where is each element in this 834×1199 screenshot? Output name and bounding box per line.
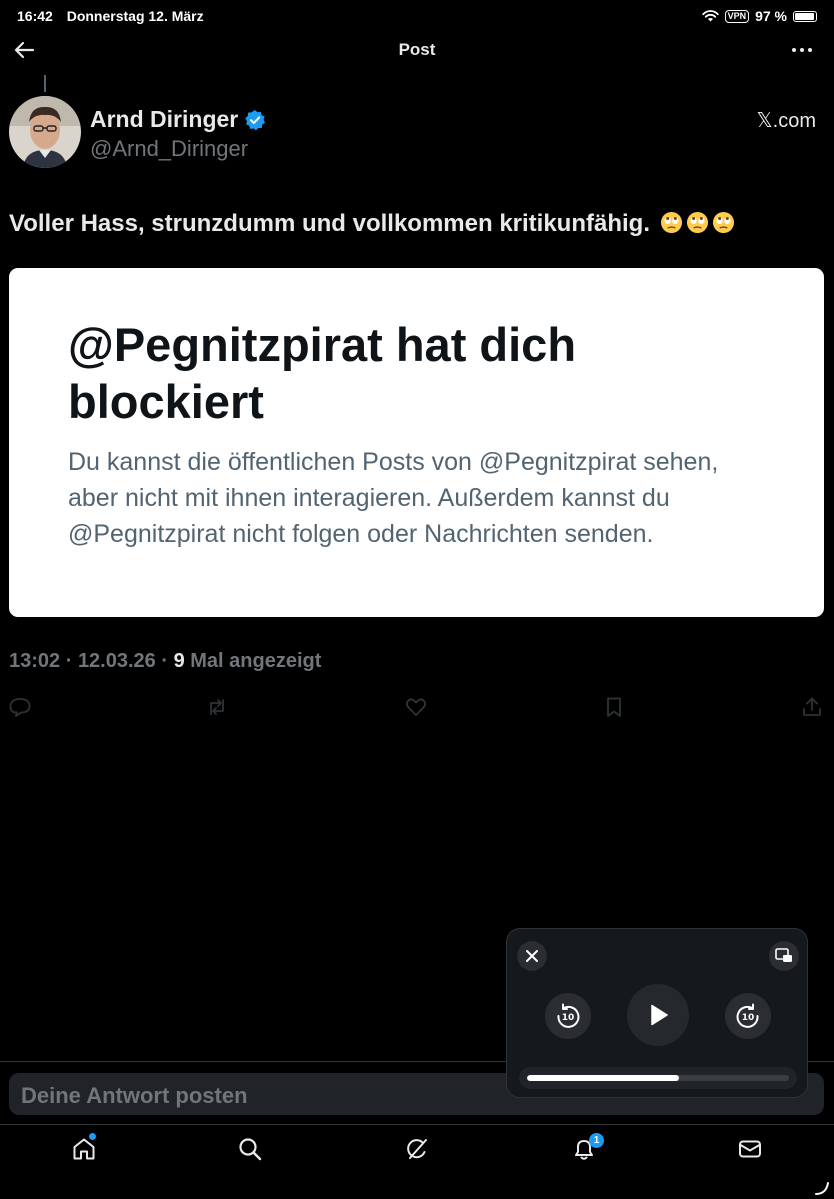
view-count: 9 — [173, 650, 185, 672]
rolling-eyes-emoji-icon — [686, 211, 709, 234]
notification-badge: 1 — [589, 1133, 604, 1148]
picture-in-picture-button[interactable] — [769, 941, 799, 971]
page-title: Post — [398, 40, 436, 59]
progress-track[interactable] — [519, 1067, 797, 1089]
divider — [0, 1124, 834, 1125]
thread-connector — [44, 75, 46, 92]
home-unread-dot — [89, 1133, 96, 1140]
battery-icon — [793, 10, 817, 22]
status-bar-right: VPN 97 % — [701, 8, 817, 24]
mini-player[interactable]: 10 10 — [506, 928, 808, 1098]
card-title: @Pegnitzpirat hat dich blockiert — [68, 318, 577, 428]
nav-search[interactable] — [237, 1136, 263, 1162]
emoji-row — [657, 210, 735, 237]
progress-bar[interactable] — [527, 1075, 789, 1081]
status-date: Donnerstag 12. März — [66, 8, 204, 24]
avatar[interactable] — [9, 96, 81, 168]
more-options-button[interactable] — [790, 38, 814, 62]
post-text-row: Voller Hass, strunzdumm und vollkommen k… — [9, 210, 735, 238]
like-button[interactable] — [405, 696, 427, 718]
close-player-button[interactable] — [517, 941, 547, 971]
reply-button[interactable] — [9, 696, 31, 718]
progress-fill — [527, 1075, 679, 1081]
view-count-label: Mal angezeigt — [190, 650, 322, 672]
post-meta: 13:02 · 12.03.26 · 9 Mal angezeigt — [9, 650, 321, 673]
reply-placeholder: Deine Antwort posten — [21, 1083, 248, 1108]
share-button[interactable] — [801, 696, 823, 718]
embedded-image-card[interactable]: @Pegnitzpirat hat dich blockiert Du kann… — [9, 268, 824, 617]
repost-button[interactable] — [206, 696, 228, 718]
mail-icon — [739, 1140, 761, 1158]
repost-icon — [210, 699, 224, 715]
wifi-icon — [701, 10, 719, 22]
play-icon — [651, 1004, 668, 1026]
nav-messages[interactable] — [737, 1136, 763, 1162]
rolling-eyes-emoji-icon — [712, 211, 735, 234]
rolling-eyes-emoji-icon — [660, 211, 683, 234]
rewind-seconds: 10 — [562, 1013, 575, 1023]
site-label: 𝕏.com — [756, 110, 816, 132]
bookmark-button[interactable] — [603, 696, 625, 718]
author-name-row[interactable]: Arnd Diringer — [90, 106, 266, 133]
forward-button[interactable]: 10 — [725, 993, 771, 1039]
status-time: 16:42 — [17, 8, 53, 24]
bookmark-icon — [607, 697, 621, 717]
pip-icon — [775, 948, 792, 962]
card-body: Du kannst die öffentlichen Posts von @Pe… — [68, 448, 719, 548]
forward-10-icon: 10 — [736, 1003, 759, 1028]
post-time: 13:02 — [9, 650, 61, 672]
nav-grok[interactable] — [404, 1136, 430, 1162]
verified-badge-icon — [245, 109, 266, 130]
status-bar-left: 16:42 Donnerstag 12. März — [17, 8, 204, 24]
forward-seconds: 10 — [742, 1013, 755, 1023]
author-name[interactable]: Arnd Diringer — [90, 106, 238, 133]
rewind-button[interactable]: 10 — [545, 993, 591, 1039]
heart-icon — [405, 698, 427, 716]
avatar-image — [9, 96, 81, 168]
vpn-badge: VPN — [724, 9, 750, 23]
battery-fill — [795, 12, 815, 20]
more-dots-icon — [792, 48, 812, 52]
close-icon — [526, 950, 538, 962]
rewind-10-icon: 10 — [557, 1003, 580, 1028]
meta-separator: · — [161, 650, 174, 672]
comment-icon — [9, 698, 31, 717]
battery-percent: 97 % — [755, 8, 787, 24]
search-icon — [239, 1138, 262, 1161]
author-handle[interactable]: @Arnd_Diringer — [90, 136, 248, 162]
grok-icon — [407, 1139, 427, 1159]
post-text: Voller Hass, strunzdumm und vollkommen k… — [9, 210, 650, 237]
resize-corner-icon — [815, 1182, 829, 1195]
post-date: 12.03.26 — [77, 650, 156, 672]
share-icon — [803, 697, 821, 716]
meta-separator: · — [65, 650, 78, 672]
play-button[interactable] — [627, 984, 689, 1046]
